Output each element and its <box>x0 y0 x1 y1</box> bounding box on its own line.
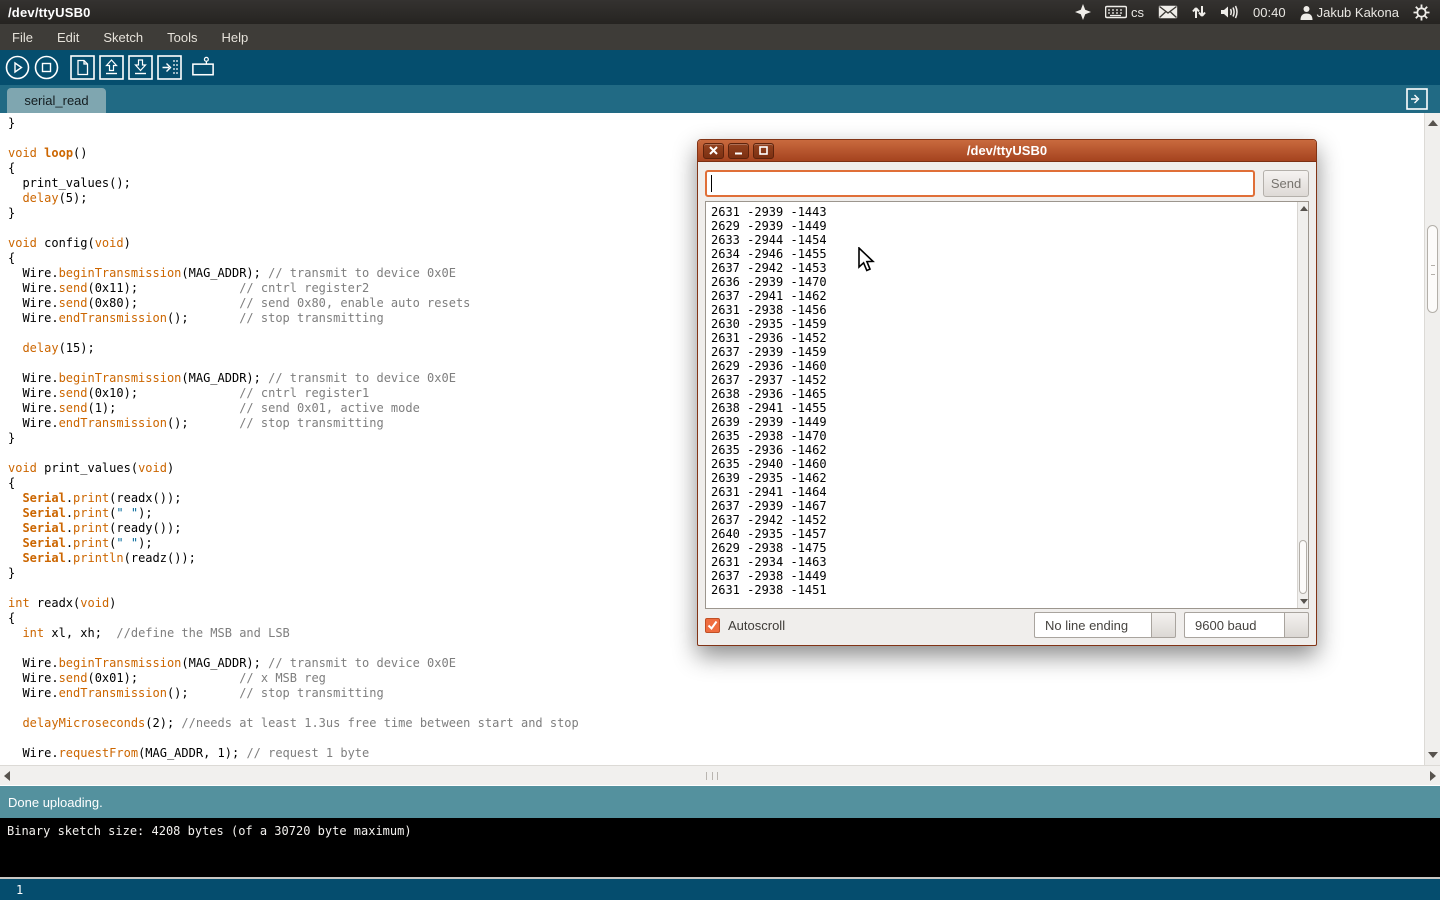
line-ending-select[interactable]: No line ending <box>1034 612 1176 638</box>
serial-controls-row: Autoscroll No line ending 9600 baud <box>698 611 1316 639</box>
serial-scroll-down-icon[interactable] <box>1300 599 1308 604</box>
serial-output-area[interactable]: 2631 -2939 -1443 2629 -2939 -1449 2633 -… <box>705 201 1309 609</box>
autoscroll-label: Autoscroll <box>728 618 785 633</box>
chevron-down-icon[interactable] <box>1151 612 1176 638</box>
scroll-right-arrow-icon[interactable] <box>1430 771 1436 781</box>
tab-menu-button[interactable] <box>1406 88 1428 110</box>
open-sketch-button[interactable] <box>98 55 124 81</box>
serial-scrollbar[interactable] <box>1297 202 1308 608</box>
system-tray: cs 00:40 Jakub Kakona <box>1075 4 1440 21</box>
window-title: /dev/ttyUSB0 <box>0 5 91 20</box>
save-sketch-button[interactable] <box>127 55 153 81</box>
line-ending-value: No line ending <box>1034 612 1151 638</box>
serial-input-row: Send <box>698 166 1316 200</box>
maximize-icon[interactable] <box>753 143 774 159</box>
editor-vertical-scrollbar[interactable] <box>1424 113 1440 765</box>
minimize-icon[interactable] <box>728 143 749 159</box>
editor-scrollbar-thumb[interactable] <box>1427 225 1438 313</box>
menu-sketch[interactable]: Sketch <box>91 24 155 50</box>
text-caret <box>711 175 712 192</box>
network-updown-icon[interactable] <box>1192 4 1206 20</box>
baud-rate-value: 9600 baud <box>1184 612 1284 638</box>
menu-tools[interactable]: Tools <box>155 24 209 50</box>
ide-menu-bar: File Edit Sketch Tools Help <box>0 24 1440 50</box>
build-console: Binary sketch size: 4208 bytes (of a 307… <box>0 818 1440 877</box>
serial-scrollbar-thumb[interactable] <box>1299 540 1307 594</box>
verify-button[interactable] <box>4 55 30 81</box>
menu-help[interactable]: Help <box>209 24 260 50</box>
serial-monitor-window: /dev/ttyUSB0 Send 2631 -2939 -1443 2629 … <box>697 139 1317 646</box>
tab-serial-read[interactable]: serial_read <box>7 88 106 113</box>
pinwheel-indicator-icon[interactable] <box>1075 4 1091 20</box>
scroll-up-arrow-icon[interactable] <box>1428 120 1438 126</box>
close-icon[interactable] <box>703 143 724 159</box>
ide-toolbar <box>0 50 1440 85</box>
status-bar: Done uploading. <box>0 786 1440 818</box>
upload-button[interactable] <box>156 55 182 81</box>
username-label: Jakub Kakona <box>1317 5 1399 20</box>
line-number: 1 <box>16 883 23 897</box>
keyboard-layout-indicator[interactable]: cs <box>1105 5 1144 20</box>
volume-icon[interactable] <box>1220 4 1239 20</box>
stop-button[interactable] <box>33 55 59 81</box>
user-menu[interactable]: Jakub Kakona <box>1300 5 1399 20</box>
keyboard-layout-label: cs <box>1131 5 1144 20</box>
autoscroll-checkbox[interactable] <box>705 618 720 633</box>
editor-horizontal-scrollbar[interactable] <box>0 765 1440 785</box>
session-gear-icon[interactable] <box>1413 4 1430 21</box>
horizontal-scrollbar-grip[interactable] <box>706 772 718 780</box>
serial-window-titlebar[interactable]: /dev/ttyUSB0 <box>698 140 1316 162</box>
scroll-down-arrow-icon[interactable] <box>1428 752 1438 758</box>
status-message: Done uploading. <box>8 795 103 810</box>
console-text: Binary sketch size: 4208 bytes (of a 307… <box>7 824 412 838</box>
new-sketch-button[interactable] <box>69 55 95 81</box>
serial-scroll-up-icon[interactable] <box>1300 206 1308 211</box>
tab-label: serial_read <box>24 93 88 108</box>
clock[interactable]: 00:40 <box>1253 5 1286 20</box>
serial-output: 2631 -2939 -1443 2629 -2939 -1449 2633 -… <box>706 202 1308 597</box>
send-button[interactable]: Send <box>1263 170 1309 197</box>
footer-bar: 1 <box>0 877 1440 900</box>
serial-monitor-button[interactable] <box>190 55 216 81</box>
mouse-cursor <box>858 247 876 278</box>
menu-edit[interactable]: Edit <box>45 24 91 50</box>
baud-rate-select[interactable]: 9600 baud <box>1184 612 1309 638</box>
mail-indicator-icon[interactable] <box>1158 5 1178 19</box>
ubuntu-top-panel: /dev/ttyUSB0 cs 00:40 Jakub Kakona <box>0 0 1440 24</box>
menu-file[interactable]: File <box>0 24 45 50</box>
serial-window-title: /dev/ttyUSB0 <box>698 143 1316 158</box>
chevron-down-icon[interactable] <box>1284 612 1309 638</box>
tab-bar: serial_read <box>0 85 1440 113</box>
scroll-left-arrow-icon[interactable] <box>4 771 10 781</box>
serial-send-input[interactable] <box>705 170 1255 197</box>
